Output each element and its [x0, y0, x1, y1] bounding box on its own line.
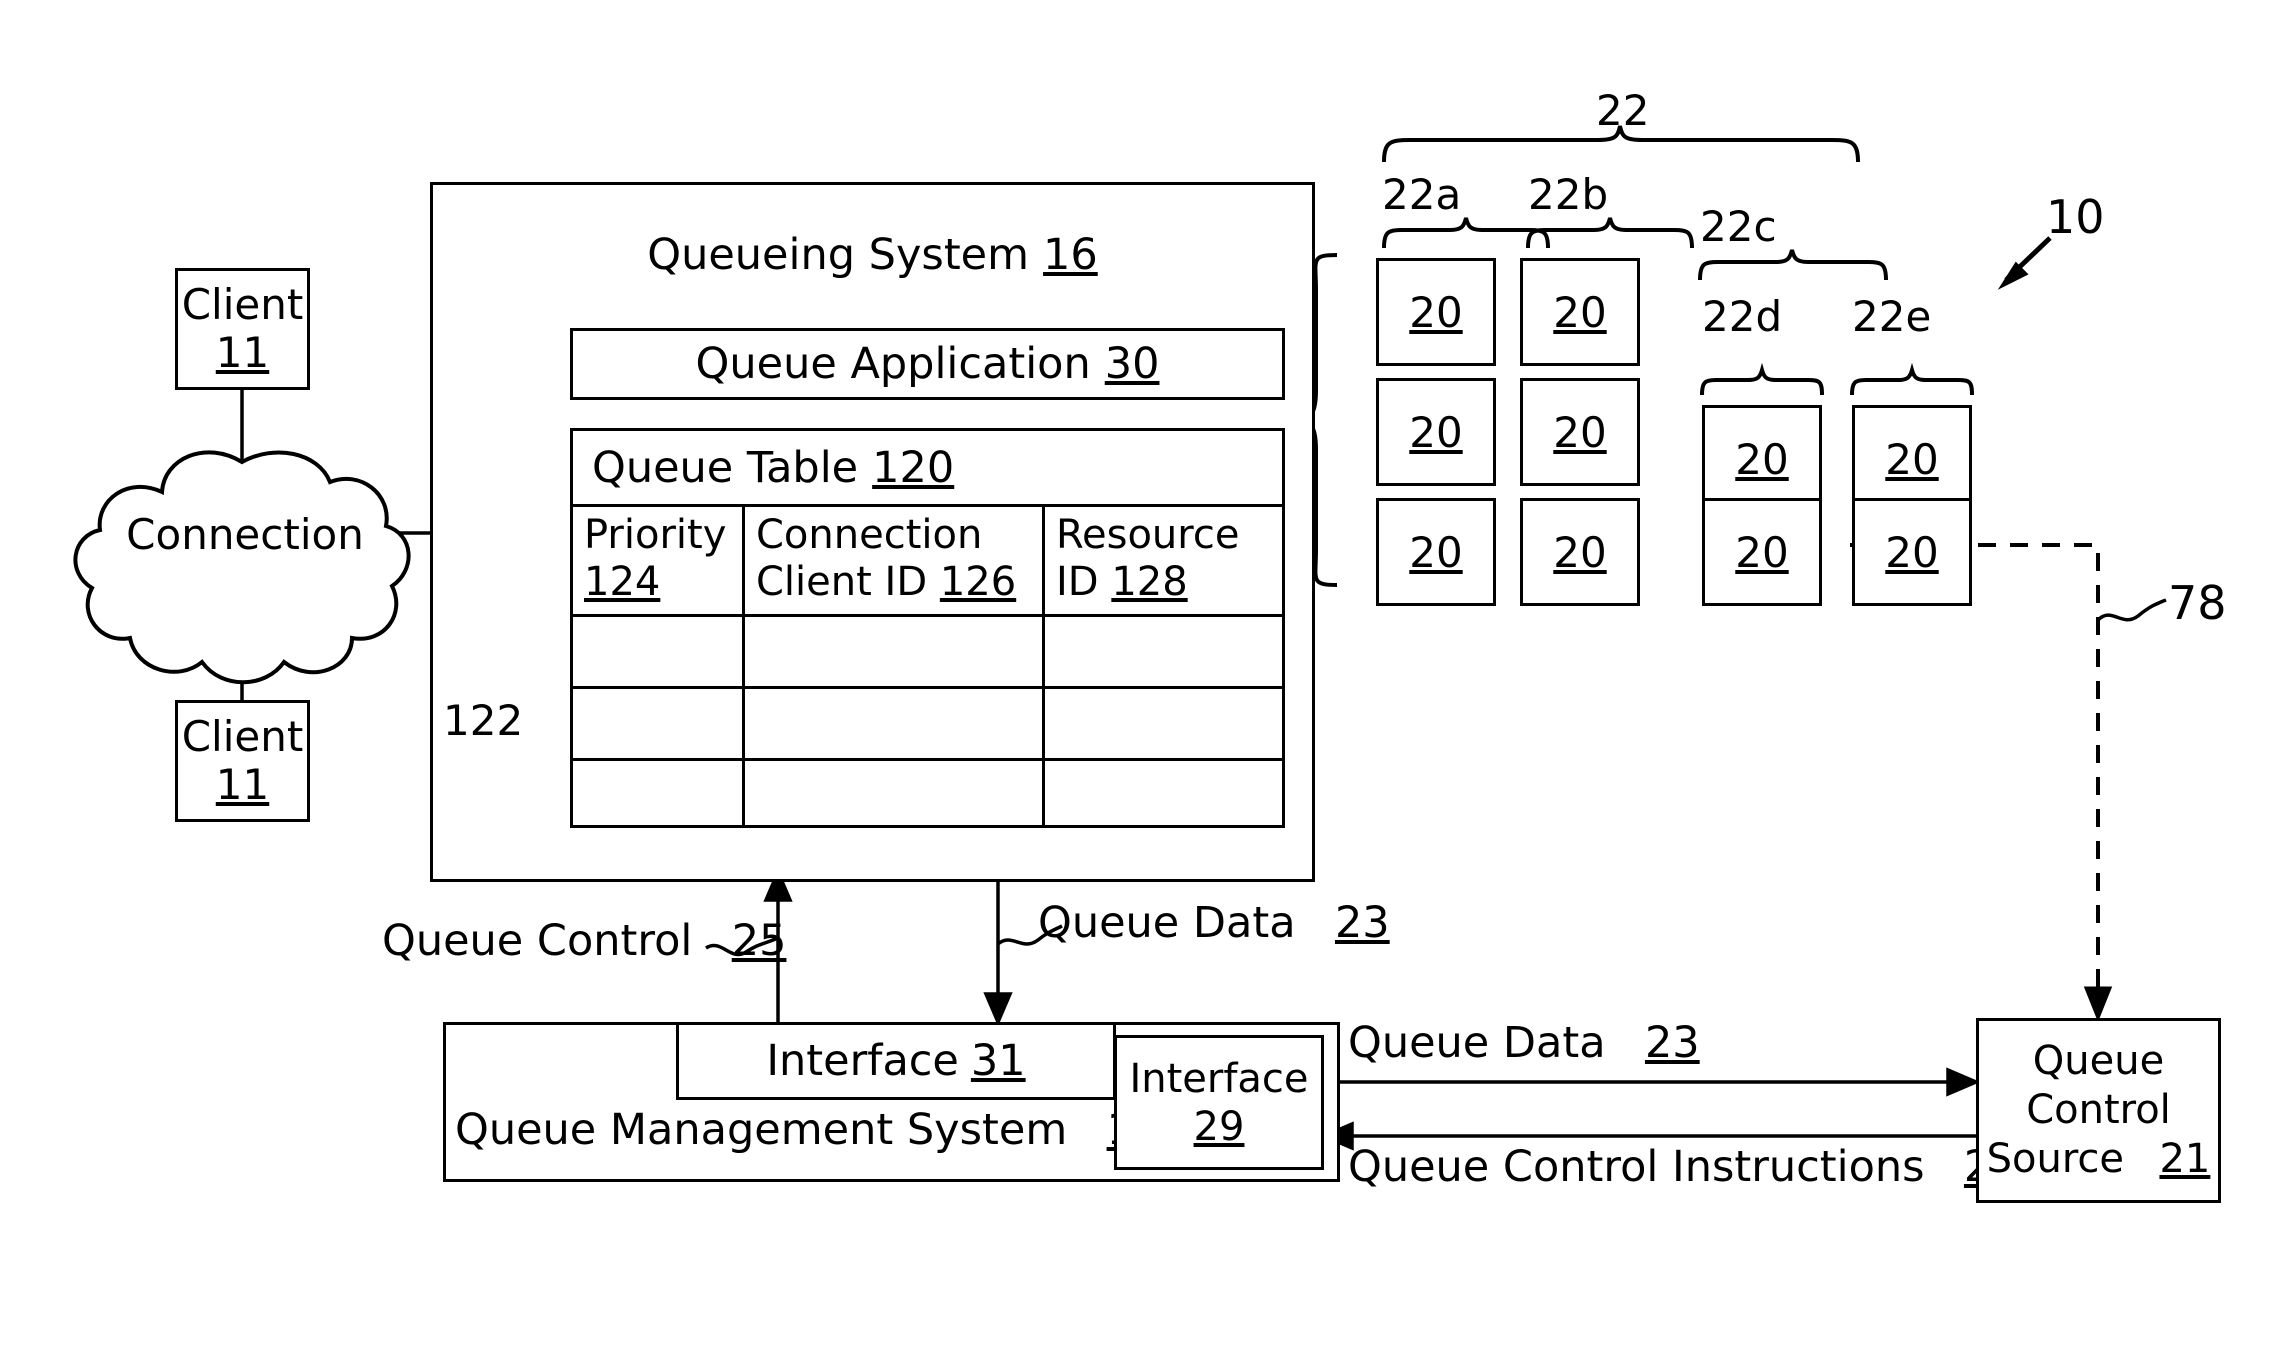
- queueing-system-title: Queueing System 16: [430, 230, 1315, 280]
- resource-ref: 20: [1409, 287, 1463, 337]
- resource-ref: 20: [1553, 527, 1607, 577]
- resource-label: 20: [1702, 498, 1822, 606]
- client-label-1: Client 11: [175, 268, 310, 390]
- table-header-res-ref: 128: [1111, 559, 1188, 606]
- resource-subgroup-label-22b: 22b: [1528, 170, 1609, 219]
- resource-ref: 20: [1553, 407, 1607, 457]
- table-header-cc-line2: Client ID: [756, 559, 928, 606]
- table-header-resource-id: Resource ID 128: [1056, 512, 1282, 606]
- resource-group-label-22: 22: [1596, 86, 1650, 135]
- queue-control-instructions-flow-label: Queue Control Instructions 24: [1348, 1142, 2019, 1192]
- table-rule-row2: [570, 758, 1285, 761]
- queue-application-label: Queue Application 30: [570, 328, 1285, 400]
- interface-31-ref: 31: [970, 1036, 1026, 1086]
- client-label-2: Client 11: [175, 700, 310, 822]
- table-header-priority-text: Priority: [584, 512, 727, 558]
- resource-label: 20: [1376, 498, 1496, 606]
- resource-label: 20: [1520, 258, 1640, 366]
- resource-label: 20: [1852, 498, 1972, 606]
- queue-control-source-line2: Control: [2026, 1087, 2171, 1134]
- patent-figure: Client 11 Client 11 Connection Queueing …: [0, 0, 2289, 1366]
- resource-ref: 20: [1885, 527, 1939, 577]
- table-header-cc-ref: 126: [939, 559, 1017, 606]
- resource-ref: 20: [1553, 287, 1607, 337]
- client-name-1: Client: [181, 279, 304, 329]
- queue-data-right-flow-text: Queue Data: [1348, 1018, 1606, 1068]
- table-header-priority-ref: 124: [584, 559, 661, 606]
- queue-data-top-flow-text: Queue Data: [1038, 898, 1296, 948]
- table-header-priority: Priority 124: [584, 512, 734, 606]
- queue-data-top-flow-label: Queue Data 23: [1038, 898, 1390, 948]
- table-header-res-line2: ID: [1056, 559, 1099, 606]
- client-name-2: Client: [181, 711, 304, 761]
- interface-31-text: Interface: [766, 1036, 959, 1086]
- resource-label: 20: [1520, 378, 1640, 486]
- figure-ref-10: 10: [2046, 190, 2105, 244]
- connection-cloud-label: Connection: [126, 509, 364, 559]
- client-ref-1: 11: [215, 328, 270, 377]
- resource-ref: 20: [1735, 527, 1789, 577]
- queue-control-flow-ref: 25: [731, 916, 787, 966]
- resource-subgroup-label-22d: 22d: [1702, 292, 1783, 341]
- queue-table-title-text: Queue Table: [592, 443, 859, 493]
- resource-label: 20: [1376, 378, 1496, 486]
- resource-ref: 20: [1409, 527, 1463, 577]
- resource-label: 20: [1852, 405, 1972, 513]
- interface-29-label: Interface 29: [1114, 1035, 1324, 1170]
- table-rule-row1: [570, 686, 1285, 689]
- table-rule-header-bottom: [570, 614, 1285, 617]
- resource-subgroup-label-22a: 22a: [1382, 170, 1462, 219]
- queue-data-right-flow-label: Queue Data 23: [1348, 1018, 1700, 1068]
- resource-ref: 20: [1735, 434, 1789, 484]
- queue-management-system-text: Queue Management System: [455, 1105, 1068, 1155]
- queue-table-title: Queue Table 120: [578, 432, 1292, 504]
- resource-ref: 20: [1885, 434, 1939, 484]
- resource-subgroup-label-22c: 22c: [1700, 202, 1777, 251]
- table-header-res-line1: Resource: [1056, 512, 1240, 558]
- resource-label: 20: [1520, 498, 1640, 606]
- table-rule-header-top: [570, 504, 1285, 507]
- table-col-divider-1: [742, 504, 745, 828]
- queue-control-instructions-text: Queue Control Instructions: [1348, 1142, 1925, 1192]
- queue-application-text: Queue Application: [695, 339, 1091, 389]
- queue-control-source-label: Queue Control Source 21: [1976, 1018, 2221, 1203]
- dashed-ref-78: 78: [2168, 576, 2227, 630]
- resource-label: 20: [1702, 405, 1822, 513]
- client-ref-2: 11: [215, 760, 270, 809]
- queue-control-flow-text: Queue Control: [382, 916, 693, 966]
- resource-subgroup-label-22e: 22e: [1852, 292, 1932, 341]
- queue-control-flow-label: Queue Control 25: [382, 916, 786, 966]
- queue-control-source-line3-wrap: Source 21: [1987, 1135, 2211, 1184]
- queue-data-top-flow-ref: 23: [1334, 898, 1390, 948]
- queue-data-right-flow-ref: 23: [1644, 1018, 1700, 1068]
- interface-29-ref: 29: [1193, 1103, 1245, 1150]
- queueing-system-ref: 16: [1043, 230, 1098, 280]
- resource-ref: 20: [1409, 407, 1463, 457]
- queue-control-source-line3: Source: [1986, 1135, 2125, 1182]
- queue-table-ref: 120: [872, 443, 955, 493]
- queue-application-ref: 30: [1104, 339, 1160, 389]
- table-header-cc-line1: Connection: [756, 512, 983, 558]
- resource-label: 20: [1376, 258, 1496, 366]
- interface-31-label: Interface 31: [676, 1022, 1116, 1100]
- queue-control-source-line1: Queue: [2032, 1038, 2165, 1085]
- table-col-divider-2: [1042, 504, 1045, 828]
- queue-management-system-label: Queue Management System 12: [455, 1105, 1161, 1155]
- interface-29-text: Interface: [1129, 1055, 1309, 1102]
- table-header-connection-client-id: Connection Client ID 126: [756, 512, 1038, 606]
- queueing-system-title-text: Queueing System: [647, 230, 1030, 280]
- queue-control-source-ref: 21: [2159, 1135, 2211, 1182]
- queue-table-rows-ref: 122: [443, 696, 524, 745]
